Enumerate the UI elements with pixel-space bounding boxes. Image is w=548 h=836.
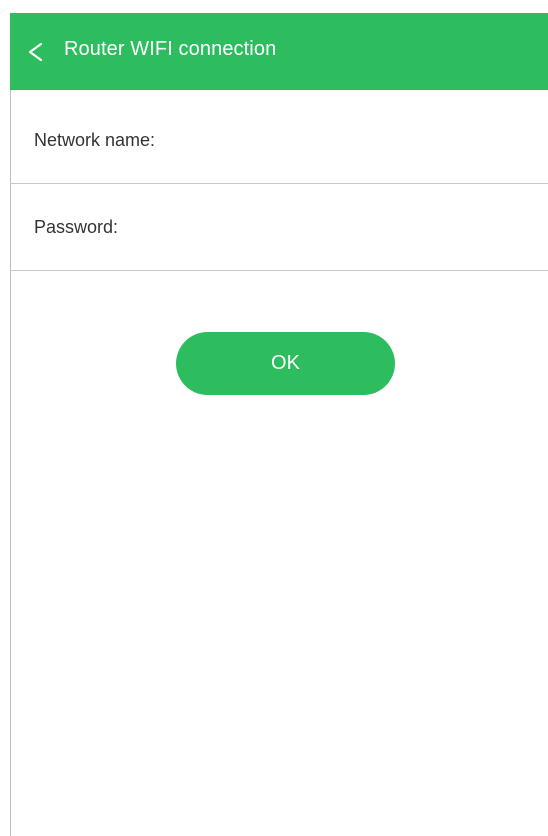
ok-button[interactable]: OK (176, 332, 395, 395)
chevron-left-icon (24, 40, 46, 64)
password-label: Password: (34, 217, 119, 237)
router-wifi-connection-screen: Router WIFI connection Network name: Pas… (0, 0, 548, 836)
page-title: Router WIFI connection (64, 38, 277, 60)
back-button[interactable] (24, 13, 64, 90)
network-name-input[interactable] (161, 119, 534, 162)
network-name-row: Network name: (10, 98, 548, 184)
password-row: Password: (10, 185, 548, 271)
password-input[interactable] (124, 206, 534, 249)
app-header: Router WIFI connection (10, 13, 548, 90)
network-name-label: Network name: (34, 130, 156, 150)
